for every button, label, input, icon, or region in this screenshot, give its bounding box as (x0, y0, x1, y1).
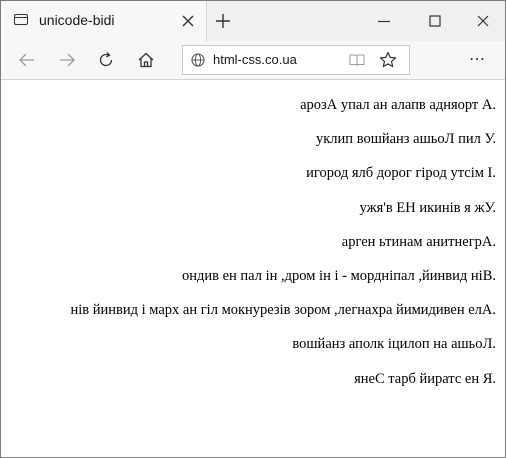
text-line: уклип вошйанз ашьоЛ пил У. (316, 131, 496, 148)
address-bar[interactable]: html-css.co.ua (182, 45, 410, 75)
globe-icon (191, 53, 205, 67)
home-icon[interactable] (137, 51, 155, 69)
text-line: игород ялб дорог гірод утсім І. (306, 165, 496, 182)
text-line: нів йинвид і марх ан гіл мокнурезів зоро… (70, 302, 496, 319)
new-tab-plus-icon[interactable] (215, 13, 231, 29)
text-line: ужя'в ЕН икинів я жУ. (359, 199, 496, 216)
favorite-star-icon[interactable] (379, 51, 397, 69)
page-content: арозА упал ан алапв адняорт А. уклип вош… (1, 80, 505, 457)
tab-page-icon (14, 14, 28, 25)
text-line: вошйанз аполк іцилоп на ашьоЛ. (292, 336, 496, 353)
window-close-icon[interactable] (475, 13, 491, 29)
tab-close-icon[interactable] (181, 14, 195, 28)
browser-tab[interactable]: unicode-bidi (1, 1, 207, 41)
text-line: арген ьтинам анитнегрА. (341, 233, 496, 250)
browser-window: unicode-bidi html-css.co.ua ⋯ арозА упал… (0, 0, 506, 458)
maximize-icon[interactable] (427, 13, 443, 29)
reading-view-icon[interactable] (349, 53, 365, 67)
tab-title: unicode-bidi (39, 12, 115, 28)
navigation-bar: html-css.co.ua ⋯ (1, 41, 505, 80)
text-line: янеС тарб йиратс ен Я. (354, 370, 496, 387)
back-arrow-icon[interactable] (18, 51, 36, 69)
forward-arrow-icon[interactable] (58, 51, 76, 69)
text-lines: арозА упал ан алапв адняорт А. уклип вош… (70, 96, 496, 404)
title-bar: unicode-bidi (1, 1, 505, 41)
text-line: ондив ен пал ін ,дром ін і - мордніпал ,… (181, 267, 496, 284)
minimize-icon[interactable] (376, 13, 392, 29)
text-line: арозА упал ан алапв адняорт А. (300, 97, 496, 113)
url-text[interactable]: html-css.co.ua (213, 52, 297, 67)
more-options-icon[interactable]: ⋯ (469, 49, 486, 69)
refresh-icon[interactable] (97, 51, 115, 69)
